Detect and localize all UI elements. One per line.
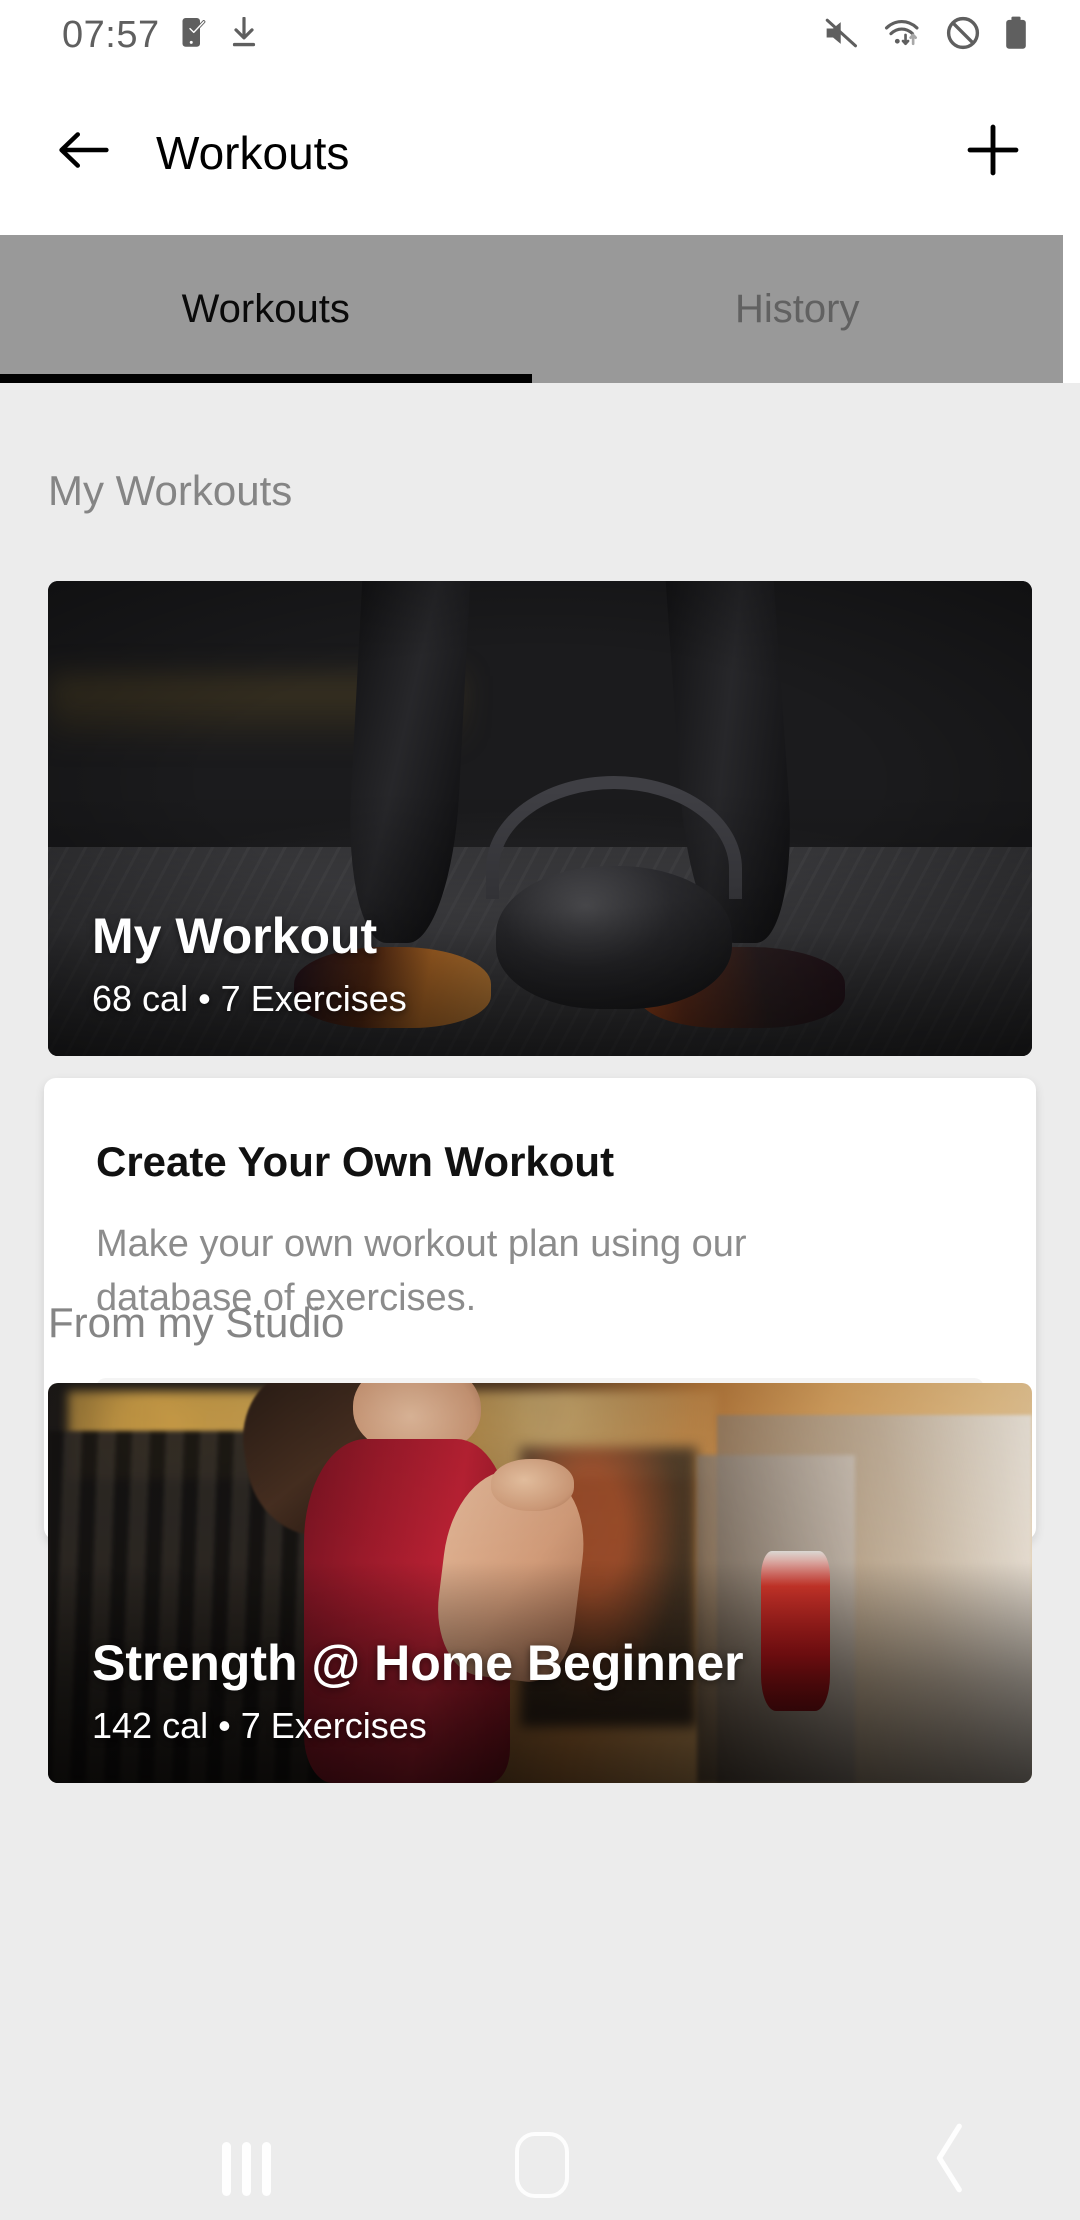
tab-history[interactable]: History bbox=[532, 235, 1064, 383]
workout-card-my-workout[interactable]: My Workout 68 cal • 7 Exercises bbox=[48, 581, 1032, 1056]
download-icon bbox=[230, 16, 258, 54]
volume-mute-icon bbox=[824, 17, 860, 54]
content-area: My Workouts My Workout 68 cal • 7 Exerci… bbox=[0, 383, 1080, 2220]
tab-bar: Workouts History bbox=[0, 235, 1063, 383]
back-button[interactable] bbox=[28, 129, 138, 176]
tab-history-label: History bbox=[735, 286, 860, 331]
status-bar-left: 07:57 bbox=[0, 14, 258, 57]
tab-indicator bbox=[0, 374, 532, 383]
section-title-from-my-studio: From my Studio bbox=[48, 1299, 345, 1346]
workout-card-subtitle: 142 cal • 7 Exercises bbox=[92, 1705, 427, 1746]
tab-workouts-label: Workouts bbox=[181, 286, 350, 331]
status-bar-right bbox=[824, 16, 1080, 55]
card-text-block: Strength @ Home Beginner 142 cal • 7 Exe… bbox=[92, 1636, 744, 1747]
create-card-title: Create Your Own Workout bbox=[96, 1138, 615, 1185]
workout-card-title: My Workout bbox=[92, 908, 378, 964]
phone-check-icon bbox=[180, 16, 210, 55]
app-bar: Workouts bbox=[0, 70, 1080, 235]
wifi-transfer-icon bbox=[884, 17, 922, 54]
workout-card-title: Strength @ Home Beginner bbox=[92, 1635, 744, 1691]
page-title: Workouts bbox=[156, 126, 350, 179]
plus-icon bbox=[966, 123, 1020, 182]
back-arrow-icon bbox=[57, 129, 109, 176]
do-not-disturb-icon bbox=[946, 16, 980, 55]
tab-bar-edge bbox=[1063, 235, 1080, 383]
app-screen: 07:57 Workouts Workouts History My Worko… bbox=[0, 0, 1080, 2220]
tab-workouts[interactable]: Workouts bbox=[0, 235, 532, 383]
workout-card-subtitle: 68 cal • 7 Exercises bbox=[92, 978, 407, 1019]
card-text-block: My Workout 68 cal • 7 Exercises bbox=[92, 909, 407, 1020]
add-workout-button[interactable] bbox=[966, 123, 1020, 182]
section-title-my-workouts: My Workouts bbox=[48, 467, 293, 514]
battery-full-icon bbox=[1004, 16, 1028, 55]
workout-card-strength-home-beginner[interactable]: Strength @ Home Beginner 142 cal • 7 Exe… bbox=[48, 1383, 1032, 1783]
status-bar: 07:57 bbox=[0, 0, 1080, 70]
status-time: 07:57 bbox=[62, 13, 160, 56]
